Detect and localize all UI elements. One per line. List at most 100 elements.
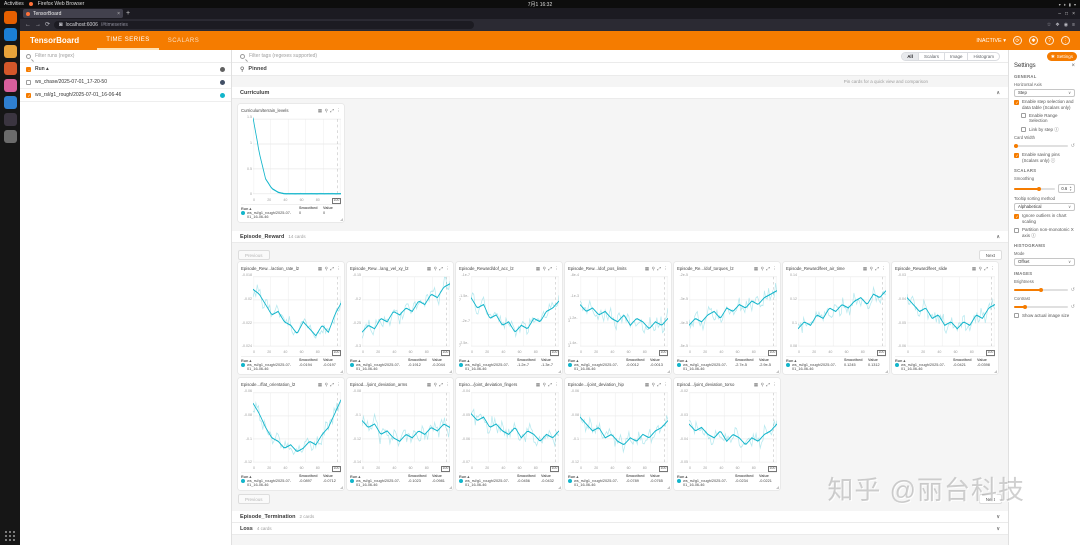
resize-handle[interactable]	[340, 370, 343, 373]
resize-handle[interactable]	[449, 486, 452, 489]
chevron-up-icon[interactable]: ∧	[996, 234, 1000, 240]
more-icon[interactable]: ⋮	[337, 382, 342, 388]
checkbox[interactable]	[1014, 152, 1019, 158]
resize-handle[interactable]	[994, 370, 997, 373]
show-apps-icon[interactable]	[4, 531, 16, 542]
filter-scalars[interactable]: Scalars	[919, 52, 945, 60]
forward-icon[interactable]: →	[35, 22, 41, 28]
pin-icon[interactable]: ⚲	[543, 382, 546, 388]
chart-plot[interactable]	[689, 389, 777, 466]
settings-checkbox-row[interactable]: Show actual image size	[1014, 313, 1075, 319]
palette-icon[interactable]	[220, 66, 225, 72]
more-icon[interactable]: ⋮	[555, 266, 560, 272]
fullscreen-icon[interactable]: ⤢	[439, 382, 443, 388]
run-checkbox[interactable]	[26, 92, 31, 98]
smoothing-input[interactable]: 0.6 ▲ ▼	[1058, 184, 1075, 194]
chart-plot[interactable]	[689, 273, 777, 350]
fullscreen-icon[interactable]: ⤢	[766, 266, 770, 272]
reset-icon[interactable]: ↺	[1071, 304, 1075, 310]
filter-histogram[interactable]: Histogram	[968, 53, 999, 60]
run-legend[interactable]: ws_rsl/g1_rough/2025-07-01_16-06-46	[677, 363, 733, 372]
fullscreen-icon[interactable]: ⤢	[330, 266, 334, 272]
extensions-icon[interactable]: ❖	[1055, 22, 1059, 28]
checkbox[interactable]	[1014, 227, 1019, 233]
thunderbird-icon[interactable]	[3, 28, 17, 41]
run-legend[interactable]: ws_rsl/g1_rough/2025-07-01_16-06-46	[350, 363, 406, 372]
chart-plot[interactable]	[798, 273, 886, 350]
fullscreen-icon[interactable]: ⤢	[984, 266, 988, 272]
contrast-slider[interactable]: ↺	[1014, 304, 1075, 310]
run-legend[interactable]: ws_rsl/g1_rough/2025-07-01_16-06-46	[895, 363, 951, 372]
previous-button[interactable]: Previous	[238, 250, 270, 260]
slider-knob[interactable]	[1038, 287, 1043, 292]
run-legend[interactable]: ws_rsl/g1_rough/2025-07-01_16-06-46	[786, 363, 842, 372]
more-icon[interactable]: ⋮	[773, 266, 778, 272]
smoothing-slider[interactable]: 0.6 ▲ ▼	[1014, 184, 1075, 194]
menu-hamburger-icon[interactable]: ≡	[1072, 22, 1075, 28]
resize-handle[interactable]	[776, 486, 779, 489]
reset-icon[interactable]: ↺	[1071, 287, 1075, 293]
trash-icon[interactable]	[3, 130, 17, 143]
run-legend[interactable]: ws_rsl/g1_rough/2025-07-01_16-06-46	[459, 479, 515, 488]
chevron-down-icon[interactable]: ∨	[996, 526, 1000, 532]
close-icon[interactable]: ×	[1072, 11, 1075, 17]
chevron-down-icon[interactable]: ∨	[996, 514, 1000, 520]
gear-icon[interactable]: ✱	[1029, 36, 1038, 45]
fullscreen-icon[interactable]: ⤢	[548, 382, 552, 388]
more-icon[interactable]: ⋮	[446, 382, 451, 388]
maximize-icon[interactable]: □	[1065, 11, 1068, 17]
pin-icon[interactable]: ⚲	[325, 266, 328, 272]
section-episode-reward[interactable]: Episode_Reward 14 cards ∧	[232, 231, 1008, 243]
settings-checkbox-row[interactable]: Ignore outliers in chart scaling	[1014, 213, 1075, 224]
chart-plot[interactable]	[580, 273, 668, 350]
close-icon[interactable]: ×	[1071, 63, 1075, 69]
data-table-icon[interactable]: ▦	[427, 382, 431, 388]
fullscreen-icon[interactable]: ⤢	[330, 108, 334, 114]
tab-close-icon[interactable]: ×	[117, 11, 120, 17]
minimize-icon[interactable]: –	[1058, 11, 1061, 17]
resize-handle[interactable]	[776, 370, 779, 373]
slider-knob[interactable]	[1014, 144, 1019, 149]
run-legend[interactable]: ws_rsl/g1_rough/2025-07-01_16-06-46	[241, 479, 297, 488]
settings-checkbox-row[interactable]: Link by step ⓘ	[1021, 127, 1075, 133]
settings-checkbox-row[interactable]: Enable Range Selection	[1021, 113, 1075, 124]
run-legend[interactable]: ws_rsl/g1_rough/2025-07-01_16-06-46	[241, 363, 297, 372]
run-checkbox[interactable]	[26, 79, 31, 85]
slider-knob[interactable]	[1022, 304, 1027, 309]
chevron-up-icon[interactable]: ∧	[996, 90, 1000, 96]
slider-track[interactable]	[1014, 144, 1068, 149]
clock[interactable]: 7月1 16:32	[528, 1, 552, 8]
pin-icon[interactable]: ⚲	[325, 382, 328, 388]
system-tray[interactable]: ▾ ♦ ▮ ▾	[1059, 2, 1076, 7]
more-icon[interactable]: ⋮	[337, 108, 342, 114]
checkbox[interactable]	[1014, 99, 1019, 105]
data-table-icon[interactable]: ▦	[863, 266, 867, 272]
fullscreen-icon[interactable]: ⤢	[766, 382, 770, 388]
brightness-slider[interactable]: ↺	[1014, 287, 1075, 293]
pin-icon[interactable]: ⚲	[434, 266, 437, 272]
resize-handle[interactable]	[667, 370, 670, 373]
data-table-icon[interactable]: ▦	[427, 266, 431, 272]
more-icon[interactable]: ⋮	[337, 266, 342, 272]
tooltip-sort-select[interactable]: Alphabetical ∨	[1014, 202, 1075, 211]
run-filter[interactable]: Filter runs (regex)	[20, 50, 231, 63]
chart-plot[interactable]	[253, 389, 341, 466]
resize-handle[interactable]	[449, 370, 452, 373]
stepper-icons[interactable]: ▲ ▼	[1069, 185, 1072, 192]
terminal-icon[interactable]	[3, 113, 17, 126]
run-column-header[interactable]: Run ▴	[35, 66, 49, 72]
pin-icon[interactable]: ⚲	[979, 266, 982, 272]
histogram-mode-select[interactable]: Offset ∨	[1014, 257, 1075, 266]
run-legend[interactable]: ws_rsl/g1_rough/2025-07-01_16-06-46	[241, 211, 297, 220]
pin-icon[interactable]: ⚲	[652, 382, 655, 388]
window-controls[interactable]: – □ ×	[1058, 11, 1077, 17]
reload-icon[interactable]: ⟳	[45, 22, 50, 28]
chart-plot[interactable]	[362, 389, 450, 466]
filter-image[interactable]: Image	[945, 52, 969, 60]
data-table-icon[interactable]: ▦	[318, 108, 322, 114]
app-menu[interactable]: Firefox Web Browser	[38, 1, 85, 7]
bookmark-star-icon[interactable]: ☆	[1047, 22, 1051, 28]
resize-handle[interactable]	[558, 486, 561, 489]
rhythmbox-icon[interactable]	[3, 62, 17, 75]
pin-icon[interactable]: ⚲	[543, 266, 546, 272]
